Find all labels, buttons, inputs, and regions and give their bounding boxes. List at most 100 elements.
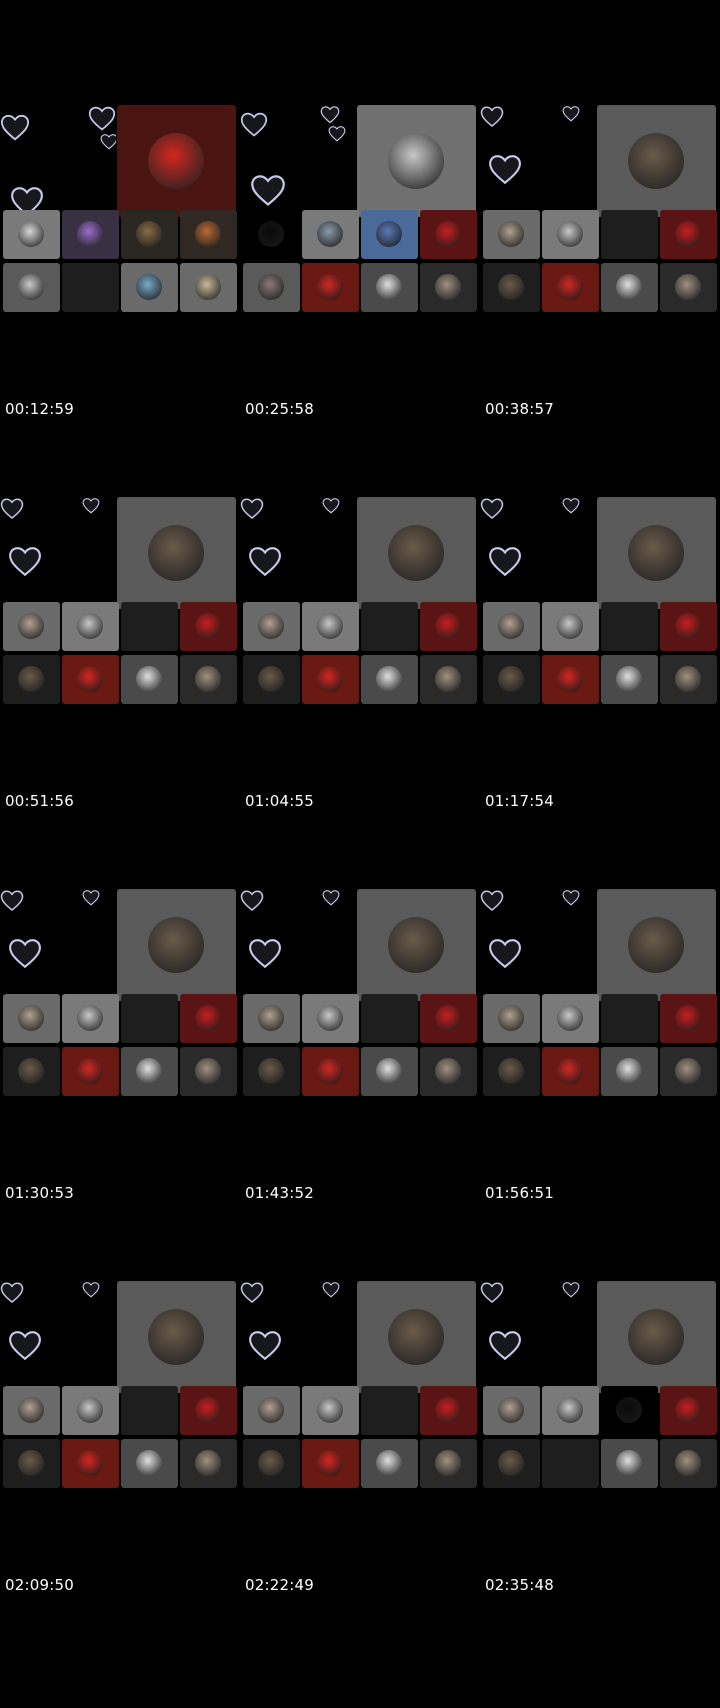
participant-tile[interactable] xyxy=(361,1386,418,1435)
participant-tile[interactable] xyxy=(420,1047,477,1096)
participant-tile[interactable] xyxy=(483,1386,540,1435)
participant-tile[interactable] xyxy=(483,1047,540,1096)
participant-tile[interactable] xyxy=(302,210,359,259)
participant-tile[interactable] xyxy=(660,210,717,259)
participant-tile[interactable] xyxy=(660,655,717,704)
participant-tile[interactable] xyxy=(420,602,477,651)
main-participant-tile[interactable] xyxy=(357,889,476,1001)
main-participant-tile[interactable] xyxy=(597,889,716,1001)
participant-tile[interactable] xyxy=(483,1439,540,1488)
participant-tile[interactable] xyxy=(601,263,658,312)
participant-tile[interactable] xyxy=(601,210,658,259)
participant-tile[interactable] xyxy=(243,210,300,259)
participant-tile[interactable] xyxy=(660,1439,717,1488)
participant-tile[interactable] xyxy=(302,1047,359,1096)
participant-tile[interactable] xyxy=(601,602,658,651)
main-participant-tile[interactable] xyxy=(117,889,236,1001)
main-participant-tile[interactable] xyxy=(597,1281,716,1393)
participant-tile[interactable] xyxy=(542,210,599,259)
participant-tile[interactable] xyxy=(180,994,237,1043)
participant-tile[interactable] xyxy=(3,210,60,259)
participant-tile[interactable] xyxy=(542,994,599,1043)
participant-tile[interactable] xyxy=(361,1047,418,1096)
participant-tile[interactable] xyxy=(361,602,418,651)
participant-tile[interactable] xyxy=(62,1386,119,1435)
participant-tile[interactable] xyxy=(601,1386,658,1435)
participant-tile[interactable] xyxy=(361,1439,418,1488)
participant-tile[interactable] xyxy=(62,602,119,651)
main-participant-tile[interactable] xyxy=(117,1281,236,1393)
participant-tile[interactable] xyxy=(121,1439,178,1488)
participant-tile[interactable] xyxy=(601,1439,658,1488)
participant-tile[interactable] xyxy=(3,1047,60,1096)
participant-tile[interactable] xyxy=(483,602,540,651)
participant-tile[interactable] xyxy=(660,994,717,1043)
participant-tile[interactable] xyxy=(483,655,540,704)
participant-tile[interactable] xyxy=(243,1047,300,1096)
main-participant-tile[interactable] xyxy=(597,105,716,217)
participant-tile[interactable] xyxy=(180,263,237,312)
participant-tile[interactable] xyxy=(601,655,658,704)
participant-tile[interactable] xyxy=(483,994,540,1043)
participant-tile[interactable] xyxy=(180,1047,237,1096)
participant-tile[interactable] xyxy=(420,263,477,312)
participant-tile[interactable] xyxy=(302,1439,359,1488)
participant-tile[interactable] xyxy=(62,1047,119,1096)
participant-tile[interactable] xyxy=(121,263,178,312)
participant-tile[interactable] xyxy=(121,210,178,259)
participant-tile[interactable] xyxy=(3,1439,60,1488)
participant-tile[interactable] xyxy=(483,263,540,312)
participant-tile[interactable] xyxy=(180,1439,237,1488)
participant-tile[interactable] xyxy=(302,263,359,312)
main-participant-tile[interactable] xyxy=(597,497,716,609)
participant-tile[interactable] xyxy=(542,655,599,704)
participant-tile[interactable] xyxy=(121,655,178,704)
participant-tile[interactable] xyxy=(601,994,658,1043)
participant-tile[interactable] xyxy=(420,994,477,1043)
participant-tile[interactable] xyxy=(302,994,359,1043)
participant-tile[interactable] xyxy=(420,655,477,704)
main-participant-tile[interactable] xyxy=(117,105,236,217)
main-participant-tile[interactable] xyxy=(357,105,476,217)
participant-tile[interactable] xyxy=(420,1439,477,1488)
participant-tile[interactable] xyxy=(243,1439,300,1488)
participant-tile[interactable] xyxy=(62,210,119,259)
participant-tile[interactable] xyxy=(3,1386,60,1435)
participant-tile[interactable] xyxy=(3,655,60,704)
main-participant-tile[interactable] xyxy=(357,1281,476,1393)
participant-tile[interactable] xyxy=(542,1047,599,1096)
participant-tile[interactable] xyxy=(180,602,237,651)
main-participant-tile[interactable] xyxy=(117,497,236,609)
participant-tile[interactable] xyxy=(3,994,60,1043)
participant-tile[interactable] xyxy=(542,602,599,651)
participant-tile[interactable] xyxy=(180,210,237,259)
participant-tile[interactable] xyxy=(121,994,178,1043)
participant-tile[interactable] xyxy=(243,602,300,651)
participant-tile[interactable] xyxy=(361,263,418,312)
participant-tile[interactable] xyxy=(542,263,599,312)
participant-tile[interactable] xyxy=(660,1047,717,1096)
participant-tile[interactable] xyxy=(660,602,717,651)
participant-tile[interactable] xyxy=(302,602,359,651)
participant-tile[interactable] xyxy=(660,263,717,312)
participant-tile[interactable] xyxy=(243,994,300,1043)
participant-tile[interactable] xyxy=(121,602,178,651)
main-participant-tile[interactable] xyxy=(357,497,476,609)
participant-tile[interactable] xyxy=(121,1047,178,1096)
participant-tile[interactable] xyxy=(361,655,418,704)
participant-tile[interactable] xyxy=(302,655,359,704)
participant-tile[interactable] xyxy=(180,1386,237,1435)
participant-tile[interactable] xyxy=(361,210,418,259)
participant-tile[interactable] xyxy=(420,1386,477,1435)
participant-tile[interactable] xyxy=(3,602,60,651)
participant-tile[interactable] xyxy=(62,1439,119,1488)
participant-tile[interactable] xyxy=(601,1047,658,1096)
participant-tile[interactable] xyxy=(243,655,300,704)
participant-tile[interactable] xyxy=(62,655,119,704)
participant-tile[interactable] xyxy=(302,1386,359,1435)
participant-tile[interactable] xyxy=(660,1386,717,1435)
participant-tile[interactable] xyxy=(180,655,237,704)
participant-tile[interactable] xyxy=(243,263,300,312)
participant-tile[interactable] xyxy=(62,263,119,312)
participant-tile[interactable] xyxy=(121,1386,178,1435)
